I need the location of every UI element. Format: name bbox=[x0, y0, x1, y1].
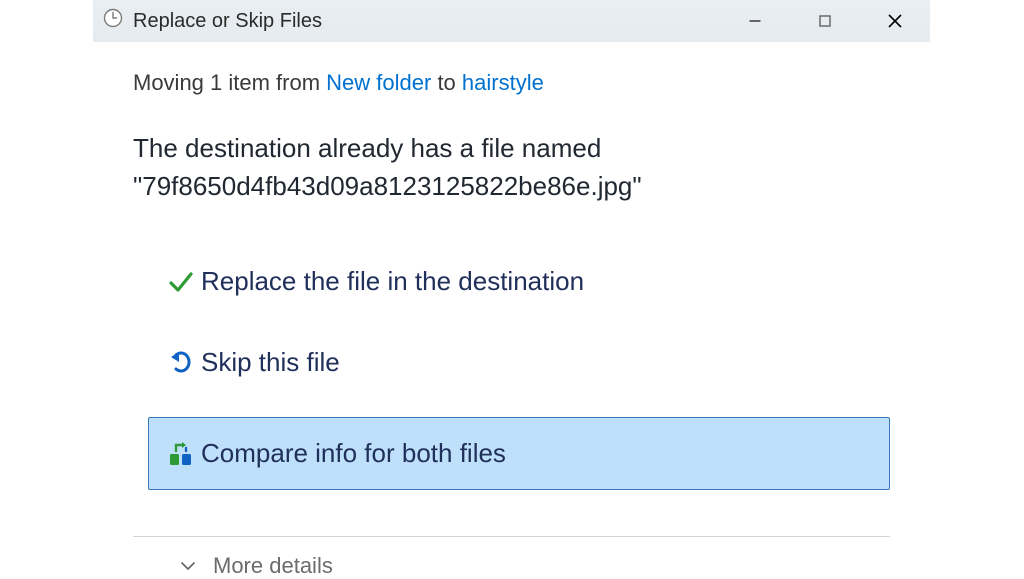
replace-option[interactable]: Replace the file in the destination bbox=[148, 255, 890, 308]
destination-folder-link[interactable]: hairstyle bbox=[462, 70, 544, 95]
conflict-line-2: "79f8650d4fb43d09a8123125822be86e.jpg" bbox=[133, 168, 890, 206]
moving-summary: Moving 1 item from New folder to hairsty… bbox=[133, 70, 890, 96]
conflict-line-1: The destination already has a file named bbox=[133, 130, 890, 168]
compare-icon bbox=[161, 440, 201, 468]
check-icon bbox=[161, 268, 201, 296]
undo-arrow-icon bbox=[161, 349, 201, 377]
footer: More details bbox=[133, 537, 890, 579]
resolution-options: Replace the file in the destination Skip… bbox=[133, 255, 890, 490]
chevron-down-icon[interactable] bbox=[177, 555, 199, 577]
close-button[interactable] bbox=[860, 0, 930, 42]
file-conflict-dialog: Replace or Skip Files M bbox=[93, 0, 930, 579]
source-folder-link[interactable]: New folder bbox=[326, 70, 431, 95]
dialog-body: Moving 1 item from New folder to hairsty… bbox=[93, 42, 930, 579]
moving-prefix: Moving 1 item from bbox=[133, 70, 326, 95]
compare-label: Compare info for both files bbox=[201, 438, 506, 469]
more-details-toggle[interactable]: More details bbox=[213, 553, 333, 579]
skip-label: Skip this file bbox=[201, 347, 340, 378]
clock-icon bbox=[103, 8, 123, 34]
titlebar: Replace or Skip Files bbox=[93, 0, 930, 42]
conflict-message: The destination already has a file named… bbox=[133, 130, 890, 205]
minimize-button[interactable] bbox=[720, 0, 790, 42]
replace-label: Replace the file in the destination bbox=[201, 266, 584, 297]
window-controls bbox=[720, 0, 930, 42]
moving-middle: to bbox=[431, 70, 462, 95]
skip-option[interactable]: Skip this file bbox=[148, 336, 890, 389]
compare-option[interactable]: Compare info for both files bbox=[148, 417, 890, 490]
titlebar-title: Replace or Skip Files bbox=[133, 10, 322, 33]
maximize-button[interactable] bbox=[790, 0, 860, 42]
